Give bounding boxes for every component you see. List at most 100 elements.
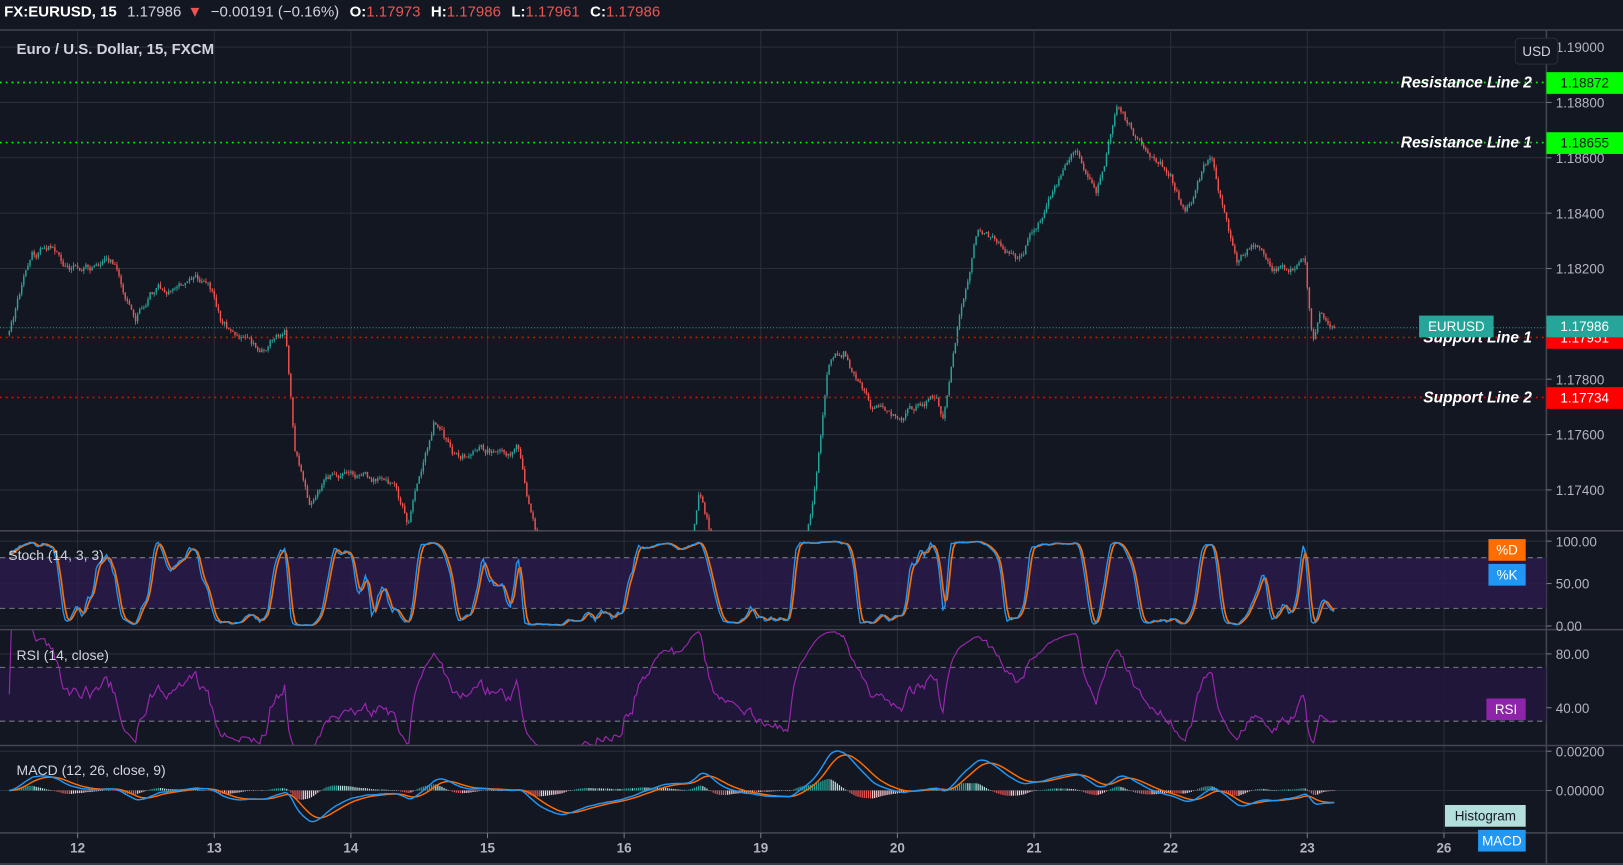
- candle-body: [1143, 144, 1145, 148]
- candle-body: [931, 396, 934, 398]
- candle-body: [397, 488, 400, 499]
- candle-body: [1078, 152, 1081, 157]
- macd-histogram-bar: [731, 790, 733, 795]
- macd-histogram-bar: [441, 786, 443, 791]
- candle-body: [64, 266, 66, 267]
- candle-body: [159, 284, 162, 289]
- candle-body: [989, 236, 992, 238]
- macd-histogram-bar: [1025, 790, 1027, 794]
- macd-histogram-bar: [1037, 790, 1039, 791]
- candle-body: [296, 451, 298, 456]
- candle-body: [391, 482, 394, 484]
- candle-body: [490, 451, 493, 453]
- candle-body: [973, 244, 975, 259]
- candle-body: [1252, 245, 1255, 247]
- candle-body: [422, 462, 425, 472]
- macd-histogram-bar: [845, 789, 847, 791]
- candle-body: [1118, 106, 1120, 108]
- candle-body: [1101, 171, 1104, 178]
- macd-histogram-bar: [48, 789, 50, 791]
- candle-body: [1174, 183, 1176, 191]
- time-tick-label: 15: [480, 841, 495, 856]
- candle-body: [54, 247, 56, 252]
- macd-histogram-bar: [1236, 790, 1238, 796]
- macd-histogram-bar: [1020, 790, 1023, 795]
- time-tick-label: 26: [1436, 841, 1451, 856]
- macd-histogram-bar: [64, 790, 66, 794]
- macd-histogram-bar: [1101, 790, 1103, 794]
- macd-histogram-bar: [319, 790, 321, 792]
- high-value: 1.17986: [447, 4, 501, 21]
- macd-histogram-bar: [985, 788, 988, 791]
- macd-histogram-bar: [83, 790, 85, 793]
- macd-histogram-bar: [1134, 790, 1137, 793]
- macd-histogram-bar: [582, 788, 584, 791]
- macd-histogram-bar: [1112, 788, 1114, 791]
- candle-body: [68, 265, 71, 270]
- macd-tick-label: 0.00200: [1556, 744, 1605, 759]
- candle-body: [948, 382, 950, 396]
- macd-histogram-bar: [263, 790, 265, 791]
- macd-histogram-bar: [1128, 790, 1130, 791]
- candle-body: [379, 477, 381, 479]
- macd-histogram-bar: [975, 783, 977, 791]
- macd-histogram-bar: [145, 790, 147, 792]
- macd-histogram-bar: [37, 787, 39, 791]
- macd-histogram-bar: [693, 787, 696, 791]
- candle-body: [60, 255, 62, 262]
- candle-body: [236, 334, 238, 336]
- candle-body: [1020, 254, 1023, 257]
- macd-histogram-bar: [329, 786, 331, 791]
- candle-body: [31, 251, 33, 260]
- symbol-label: FX:EURUSD, 15: [4, 4, 117, 21]
- macd-histogram-bar: [673, 789, 675, 791]
- macd-histogram-bar: [586, 787, 588, 791]
- stoch-k-tag: %K: [1497, 567, 1518, 582]
- macd-histogram-bar: [132, 790, 135, 795]
- candle-body: [211, 289, 213, 292]
- price-tick-label: 1.19000: [1556, 40, 1605, 55]
- macd-title[interactable]: MACD (12, 26, close, 9): [17, 762, 166, 778]
- candle-body: [1304, 258, 1306, 263]
- candle-body: [341, 473, 344, 476]
- macd-histogram-bar: [1058, 788, 1060, 791]
- macd-histogram-bar: [859, 790, 861, 798]
- macd-histogram-bar: [785, 790, 787, 792]
- chart[interactable]: FX:EURUSD, 15 1.17986 ▼ −0.00191 (−0.16%…: [0, 0, 1623, 865]
- macd-histogram-bar: [722, 790, 725, 796]
- candle-body: [1097, 184, 1099, 194]
- currency-button[interactable]: USD: [1514, 37, 1559, 65]
- macd-histogram-bar: [1261, 788, 1263, 791]
- stoch-title[interactable]: Stoch (14, 3, 3): [8, 547, 104, 563]
- level-label: Resistance Line 1: [1401, 135, 1532, 152]
- stoch-tick-label: 100.00: [1556, 534, 1597, 549]
- candle-body: [1306, 262, 1309, 288]
- candle-body: [333, 473, 336, 475]
- macd-histogram-bar: [1000, 790, 1002, 795]
- candle-body: [418, 476, 420, 484]
- candle-body: [849, 360, 851, 368]
- candle-body: [1039, 221, 1041, 223]
- macd-histogram-bar: [561, 790, 563, 794]
- macd-histogram-bar: [834, 781, 836, 791]
- candle-body: [254, 342, 257, 348]
- rsi-title[interactable]: RSI (14, close): [17, 647, 109, 663]
- candle-body: [1200, 171, 1203, 180]
- candle-body: [1157, 162, 1159, 164]
- candle-body: [1083, 163, 1085, 170]
- candle-body: [942, 413, 944, 419]
- macd-histogram-bar: [600, 788, 603, 791]
- histogram-tag: Histogram: [1455, 809, 1516, 824]
- macd-histogram-bar: [559, 790, 561, 794]
- candle-body: [27, 265, 29, 271]
- candle-body: [225, 322, 228, 329]
- time-tick-label: 16: [617, 841, 632, 856]
- macd-histogram-bar: [623, 788, 625, 791]
- candle-body: [1296, 265, 1298, 270]
- macd-histogram-bar: [360, 787, 362, 791]
- candle-body: [813, 488, 816, 504]
- macd-histogram-bar: [279, 788, 282, 791]
- macd-histogram-bar: [1066, 788, 1068, 791]
- candle-body: [1099, 177, 1102, 185]
- macd-histogram-bar: [112, 790, 114, 792]
